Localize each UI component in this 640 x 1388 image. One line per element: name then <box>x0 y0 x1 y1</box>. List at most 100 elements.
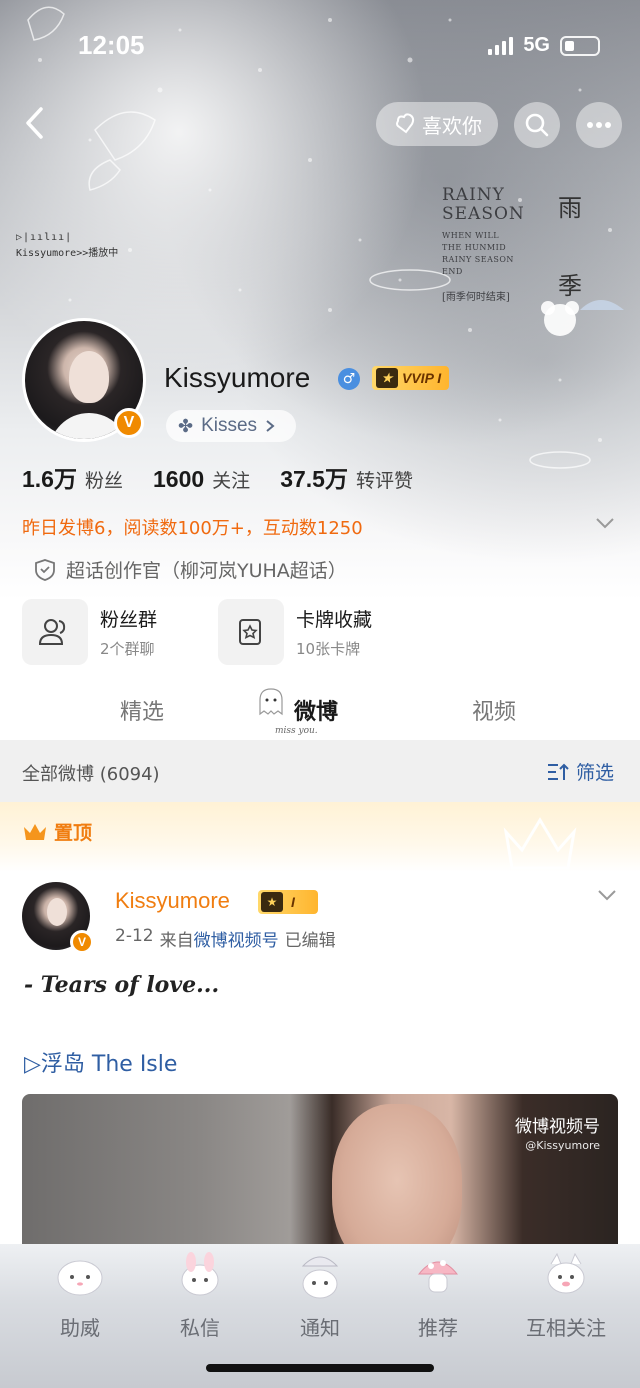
activity-summary[interactable]: 昨日发博6，阅读数100万+，互动数1250 <box>0 506 640 548</box>
post-date: 2-12 <box>115 926 154 946</box>
more-button[interactable] <box>576 102 622 148</box>
fan-group-card[interactable]: 粉丝群 2个群聊 <box>22 598 157 666</box>
vip-level: I <box>291 894 295 910</box>
crown-icon: ★ <box>261 892 283 912</box>
stat-number: 37.5万 <box>280 466 348 492</box>
post-author-name[interactable]: Kissyumore <box>115 888 230 914</box>
post-vip-badge[interactable]: ★ I <box>258 890 318 914</box>
nav-cheer[interactable]: 助威 <box>30 1250 130 1341</box>
music-text: Kissyumore>>播放中 <box>16 248 119 259</box>
creator-title[interactable]: 超话创作官（柳河岚YUHA超话） <box>34 556 347 583</box>
post-edited: 已编辑 <box>284 931 336 951</box>
ghost-mascot-icon <box>259 688 283 716</box>
battery-icon <box>560 35 600 56</box>
activity-text: 昨日发博6，阅读数100万+，互动数1250 <box>22 518 363 539</box>
back-button[interactable] <box>14 100 54 146</box>
post-text: - Tears of love... <box>24 972 220 998</box>
cloud-mascot-icon <box>57 1260 103 1296</box>
watermark-handle: @Kissyumore <box>525 1139 600 1152</box>
nav-label: 互相关注 <box>526 1316 606 1340</box>
card-collection-card[interactable]: 卡牌收藏 10张卡牌 <box>218 598 372 666</box>
chevron-down-icon <box>596 518 614 529</box>
post-from-prefix: 来自 <box>159 931 194 951</box>
status-time: 12:05 <box>78 30 145 60</box>
clover-icon: ✤ <box>178 415 194 436</box>
video-thumbnail[interactable]: 微博视频号 @Kissyumore <box>22 1094 618 1254</box>
stat-label: 关注 <box>212 470 251 492</box>
profile-username: Kissyumore <box>164 362 311 393</box>
tab-video[interactable]: 视频 <box>472 694 516 726</box>
cat-mascot-icon <box>547 1252 585 1294</box>
rainy-title-1: RAINY <box>442 185 505 205</box>
stat-following[interactable]: 1600 关注 <box>153 466 250 493</box>
stat-label: 粉丝 <box>84 470 123 492</box>
network-type: 5G <box>523 34 550 56</box>
stat-number: 1.6万 <box>22 466 77 492</box>
nav-label: 通知 <box>300 1316 340 1340</box>
rainy-line: THE HUNMID <box>442 243 507 252</box>
nav-label: 私信 <box>180 1316 220 1340</box>
stat-number: 1600 <box>153 466 205 492</box>
star-card-icon <box>218 599 284 665</box>
stat-interactions[interactable]: 37.5万 转评赞 <box>280 460 413 494</box>
nav-label: 推荐 <box>418 1316 458 1340</box>
watermark-text: 微博视频号 <box>515 1117 600 1137</box>
chevron-left-icon <box>26 107 43 139</box>
profile-stats: 1.6万 粉丝 1600 关注 37.5万 转评赞 <box>22 460 443 494</box>
like-label: 喜欢你 <box>422 113 482 138</box>
chevron-right-icon <box>266 420 275 432</box>
weibo-filter-bar: 全部微博 (6094) 筛选 <box>0 740 640 802</box>
fan-club-button[interactable]: ✤ Kisses <box>166 410 296 442</box>
video-link[interactable]: ▷浮岛 The Isle <box>24 1046 177 1078</box>
all-weibo-count: 全部微博 (6094) <box>22 764 160 785</box>
banner-rainy-season-text: RAINY SEASON WHEN WILL THE HUNMID RAINY … <box>442 185 525 304</box>
pinned-header: 置顶 <box>0 802 640 872</box>
profile-tabs: 精选 微博 视频 <box>0 680 640 740</box>
verified-v-badge-icon: V <box>70 930 94 954</box>
tab-weibo[interactable]: 微博 <box>294 694 338 726</box>
tab-featured[interactable]: 精选 <box>120 694 164 726</box>
stat-followers[interactable]: 1.6万 粉丝 <box>22 460 123 494</box>
post-source[interactable]: 微博视频号 <box>194 926 279 951</box>
audio-wave-icon: ▷|ıılıı| <box>16 232 73 243</box>
filter-label: 筛选 <box>575 762 614 784</box>
music-player-widget[interactable]: ▷|ıılıı| Kissyumore>>播放中 <box>16 230 118 262</box>
pinned-label: 置顶 <box>54 822 93 844</box>
stat-label: 转评赞 <box>355 470 413 492</box>
nav-notifications[interactable]: 通知 <box>270 1250 370 1341</box>
nav-mutual-follow[interactable]: 互相关注 <box>508 1250 624 1341</box>
filter-button[interactable]: 筛选 <box>546 758 614 785</box>
fan-club-label: Kisses <box>201 415 258 436</box>
heart-hands-icon <box>396 113 415 134</box>
home-indicator[interactable] <box>206 1364 434 1372</box>
card-title: 卡牌收藏 <box>296 609 373 631</box>
vvip-label: VVIP I <box>402 370 442 386</box>
verified-v-badge-icon: V <box>114 408 144 438</box>
umbrella-mascot-icon <box>301 1256 339 1299</box>
rainy-line: END <box>442 267 463 276</box>
rainy-line: WHEN WILL <box>442 231 500 240</box>
crown-icon <box>24 823 46 840</box>
nav-recommend[interactable]: 推荐 <box>388 1250 488 1341</box>
search-button[interactable] <box>514 102 560 148</box>
crown-icon: ★ <box>376 368 398 388</box>
crown-decoration-icon <box>503 817 577 870</box>
creator-text: 超话创作官（柳河岚YUHA超话） <box>66 560 347 582</box>
rainy-line: RAINY SEASON <box>442 255 514 264</box>
card-subtitle: 10张卡牌 <box>296 640 361 658</box>
signal-icon <box>488 36 514 55</box>
vvip-badge[interactable]: ★ VVIP I <box>372 366 450 390</box>
status-indicators: 5G <box>488 34 600 57</box>
more-dots-icon <box>587 122 611 128</box>
like-button[interactable]: 喜欢你 <box>376 102 498 146</box>
banner-char-1: 雨 <box>558 194 582 222</box>
mushroom-mascot-icon <box>417 1260 459 1293</box>
video-watermark: 微博视频号 @Kissyumore <box>515 1112 600 1152</box>
card-subtitle: 2个群聊 <box>100 640 155 658</box>
bunny-mascot-icon <box>181 1252 219 1296</box>
nav-messages[interactable]: 私信 <box>150 1250 250 1341</box>
rainy-caption: [雨季何时结束] <box>442 292 510 303</box>
rainy-title-2: SEASON <box>442 204 525 224</box>
card-title: 粉丝群 <box>100 609 158 631</box>
chevron-down-icon[interactable] <box>596 888 618 902</box>
